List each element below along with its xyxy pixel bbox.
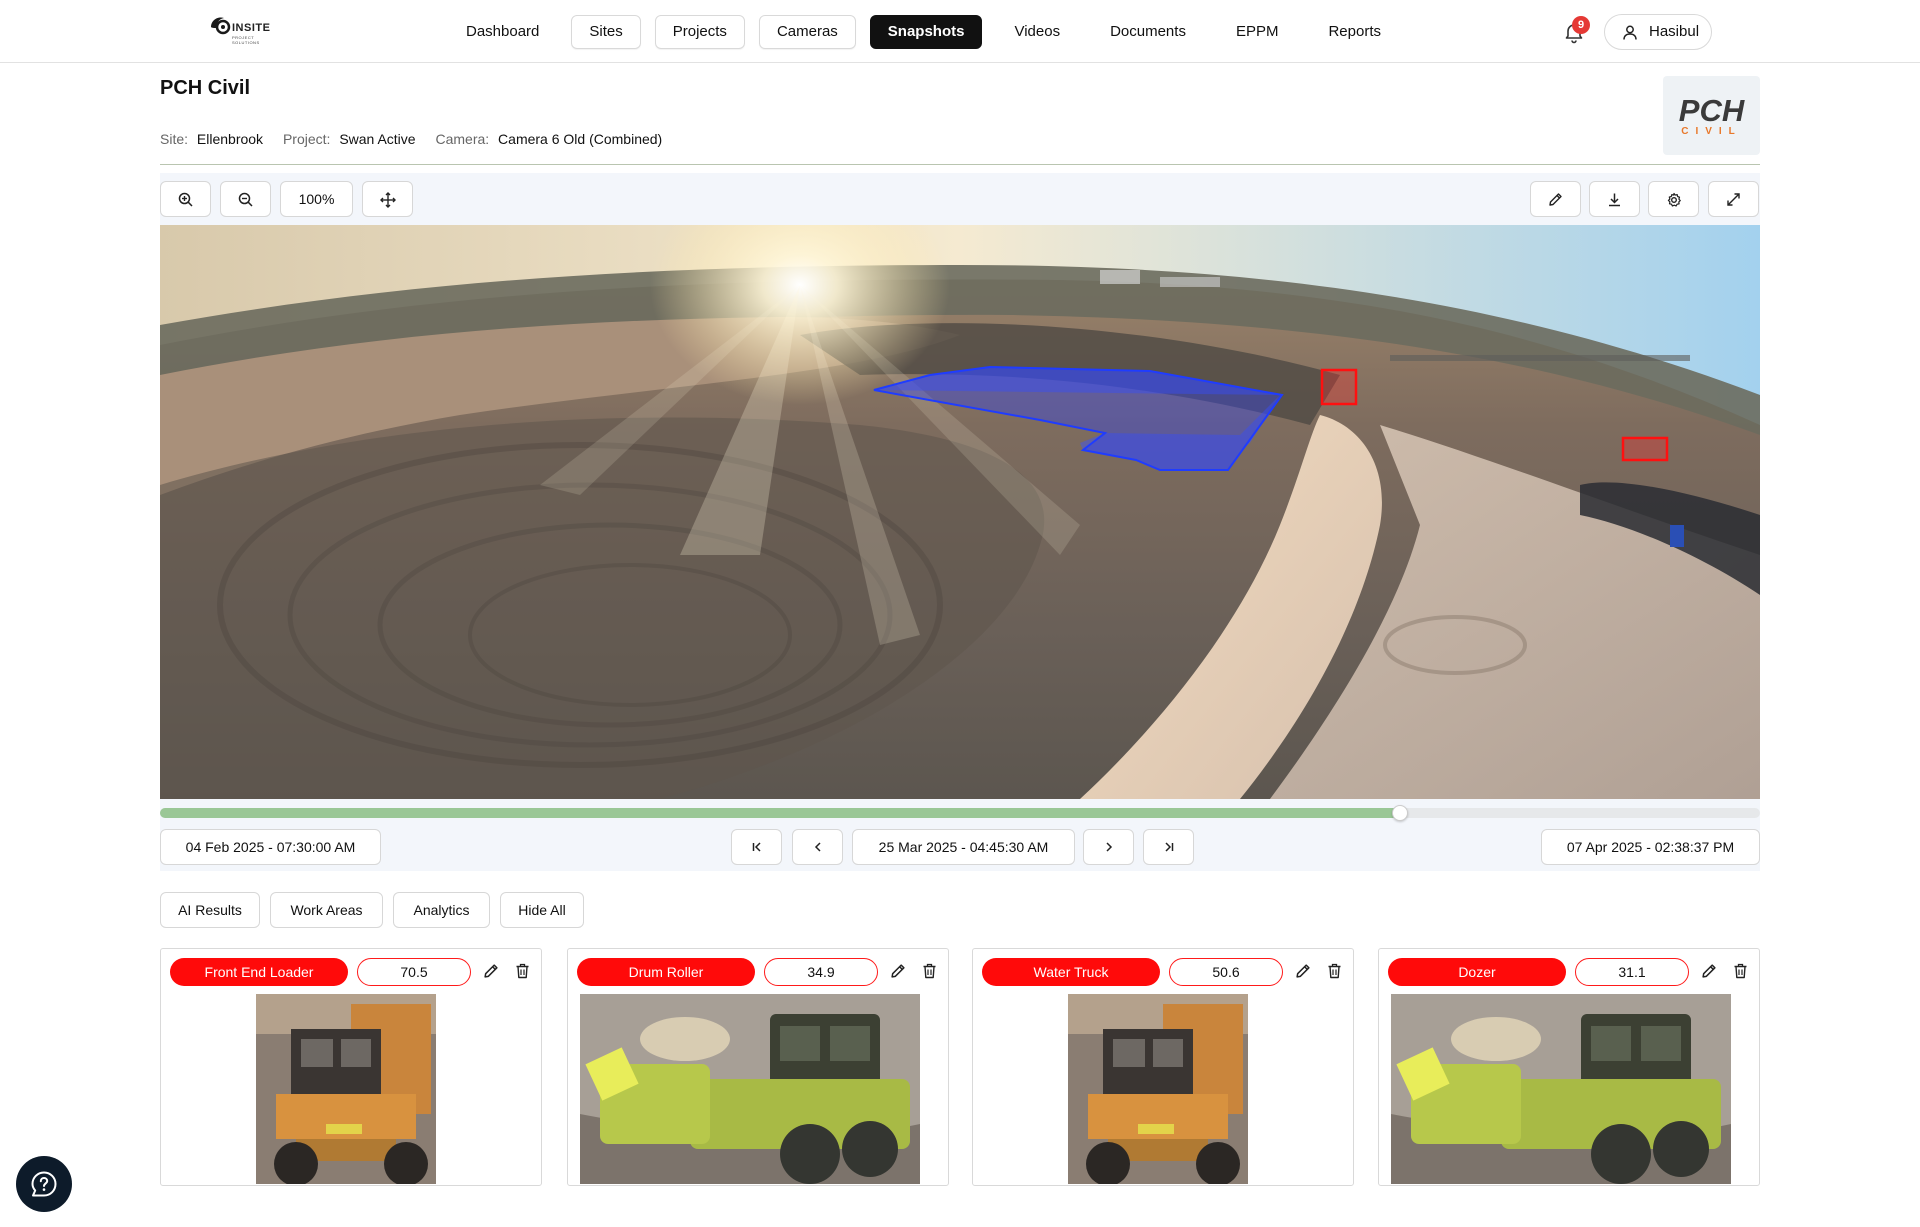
header-divider (160, 164, 1760, 165)
company-logo: PCH CIVIL (1663, 76, 1760, 155)
svg-text:PCH: PCH (1679, 93, 1745, 128)
detection-thumbnail[interactable] (256, 994, 436, 1184)
zoom-level-display[interactable]: 100% (280, 181, 353, 217)
detection-class-label[interactable]: Drum Roller (577, 958, 755, 986)
camera-snapshot[interactable] (160, 225, 1760, 799)
zoom-in-icon (178, 192, 193, 207)
detection-confidence[interactable]: 70.5 (357, 958, 471, 986)
user-menu-button[interactable]: Hasibul (1604, 14, 1712, 50)
nav-reports[interactable]: Reports (1310, 15, 1399, 49)
detection-thumbnail[interactable] (1068, 994, 1248, 1184)
detection-confidence[interactable]: 50.6 (1169, 958, 1283, 986)
tab-hide-all[interactable]: Hide All (500, 892, 584, 928)
download-icon (1609, 193, 1620, 207)
detection-card[interactable]: Front End Loader 70.5 (160, 948, 542, 1186)
detection-class-label[interactable]: Dozer (1388, 958, 1566, 986)
nav-eppm[interactable]: EPPM (1218, 15, 1297, 49)
detection-card[interactable]: Water Truck 50.6 (972, 948, 1354, 1186)
expand-icon (1727, 193, 1740, 206)
pan-button[interactable] (362, 181, 413, 217)
notification-badge: 9 (1572, 16, 1590, 34)
current-date-display[interactable]: 25 Mar 2025 - 04:45:30 AM (852, 829, 1075, 865)
zoom-out-icon (238, 192, 253, 207)
logo-text: INSITE (232, 22, 271, 34)
chevron-left-icon (814, 842, 821, 852)
camera-label: Camera: (435, 131, 490, 147)
nav-sites[interactable]: Sites (571, 15, 641, 49)
pch-civil-logo-icon: PCH CIVIL (1679, 93, 1745, 137)
pencil-icon[interactable] (483, 963, 499, 979)
front-loader-thumbnail (1068, 994, 1248, 1184)
breadcrumb: Site: Ellenbrook Project: Swan Active Ca… (160, 131, 678, 147)
nav-snapshots[interactable]: Snapshots (869, 15, 983, 49)
page-title: PCH Civil (160, 77, 251, 99)
main-nav: Dashboard Sites Projects Cameras Snapshots Vi… (448, 15, 1413, 49)
nav-cameras[interactable]: Cameras (758, 15, 856, 49)
drum-roller-thumbnail (1391, 994, 1731, 1184)
site-value: Ellenbrook (196, 131, 264, 147)
top-navbar: INSITE PROJECT SOLUTIONS Dashboard Sites Pr… (0, 0, 1920, 63)
insite-logo[interactable]: INSITE PROJECT SOLUTIONS (208, 12, 270, 48)
skip-to-start-icon (752, 842, 761, 852)
trash-icon[interactable] (922, 963, 937, 979)
detection-thumbnail[interactable] (580, 994, 920, 1184)
detection-class-label[interactable]: Water Truck (982, 958, 1160, 986)
drum-roller-thumbnail (580, 994, 920, 1184)
timeline-slider[interactable] (160, 805, 1760, 821)
nav-documents[interactable]: Documents (1092, 15, 1204, 49)
nav-dashboard[interactable]: Dashboard (448, 15, 557, 49)
camera-value: Camera 6 Old (Combined) (498, 131, 663, 147)
fullscreen-button[interactable] (1708, 181, 1759, 217)
timeline-handle[interactable] (1392, 805, 1408, 821)
pencil-icon[interactable] (1701, 963, 1717, 979)
help-chat-icon (31, 1171, 57, 1197)
user-icon (1623, 25, 1637, 40)
previous-snapshot-button[interactable] (792, 829, 843, 865)
detection-confidence[interactable]: 31.1 (1575, 958, 1689, 986)
tab-ai-results[interactable]: AI Results (160, 892, 260, 928)
detection-card[interactable]: Dozer 31.1 (1378, 948, 1760, 1186)
skip-to-end-icon (1164, 842, 1173, 852)
trash-icon[interactable] (1327, 963, 1342, 979)
edit-annotations-button[interactable] (1530, 181, 1581, 217)
svg-text:CIVIL: CIVIL (1681, 126, 1742, 137)
help-chat-button[interactable] (16, 1156, 72, 1212)
tab-analytics[interactable]: Analytics (393, 892, 490, 928)
pencil-icon[interactable] (1295, 963, 1311, 979)
pencil-icon[interactable] (890, 963, 906, 979)
move-icon (379, 192, 396, 208)
snapshot-viewer: 100% 04 Feb 2025 - 07:30:00 AM 25 Mar 20… (160, 173, 1760, 871)
insite-logo-mark-icon (211, 17, 231, 35)
zoom-out-button[interactable] (220, 181, 271, 217)
tab-work-areas[interactable]: Work Areas (270, 892, 383, 928)
timeline-progress (160, 808, 1400, 818)
detection-class-label[interactable]: Front End Loader (170, 958, 348, 986)
nav-projects[interactable]: Projects (654, 15, 745, 49)
detection-card[interactable]: Drum Roller 34.9 (567, 948, 949, 1186)
next-snapshot-button[interactable] (1083, 829, 1134, 865)
detection-thumbnail[interactable] (1391, 994, 1731, 1184)
settings-button[interactable] (1648, 181, 1699, 217)
trash-icon[interactable] (515, 963, 530, 979)
zoom-in-button[interactable] (160, 181, 211, 217)
snapshot-image (160, 225, 1760, 799)
chevron-right-icon (1105, 842, 1112, 852)
download-button[interactable] (1589, 181, 1640, 217)
logo-subtext: PROJECT SOLUTIONS (232, 35, 260, 45)
project-label: Project: (282, 131, 331, 147)
trash-icon[interactable] (1733, 963, 1748, 979)
last-snapshot-button[interactable] (1143, 829, 1194, 865)
project-value: Swan Active (339, 131, 416, 147)
site-label: Site: (160, 131, 189, 147)
detection-confidence[interactable]: 34.9 (764, 958, 878, 986)
first-snapshot-button[interactable] (731, 829, 782, 865)
start-date-display[interactable]: 04 Feb 2025 - 07:30:00 AM (160, 829, 381, 865)
gear-icon (1667, 192, 1681, 207)
user-name: Hasibul (1649, 23, 1700, 40)
front-loader-thumbnail (256, 994, 436, 1184)
pencil-icon (1549, 193, 1562, 206)
nav-videos[interactable]: Videos (996, 15, 1078, 49)
end-date-display[interactable]: 07 Apr 2025 - 02:38:37 PM (1541, 829, 1760, 865)
